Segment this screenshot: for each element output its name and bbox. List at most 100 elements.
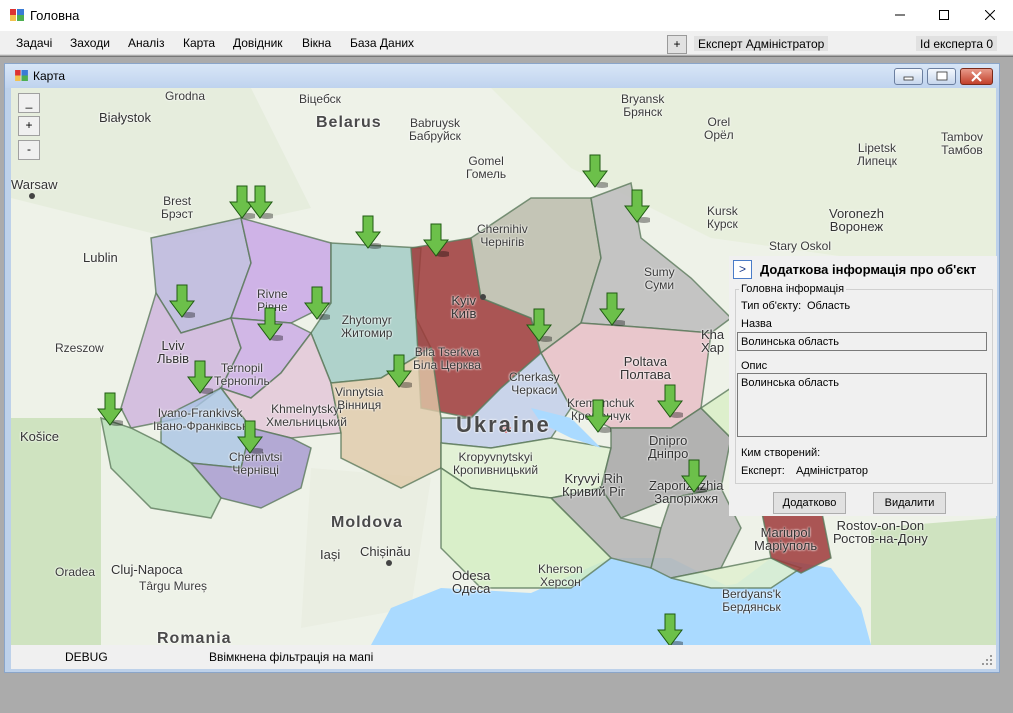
region-marker-icon[interactable] [97,392,123,428]
label-kyiv: Kyiv Київ [451,293,477,321]
name-field[interactable]: Волинська область [737,332,987,351]
label-moldova: Moldova [331,514,403,531]
status-debug: DEBUG [65,650,108,664]
main-title-bar: Головна [0,0,1013,31]
zoom-reset-button[interactable]: - [18,140,40,160]
label-rzeszow: Rzeszow [55,341,104,355]
region-marker-icon[interactable] [657,613,683,645]
label-kharkiv-partial: Kha Хар [701,327,725,355]
zoom-in-button[interactable]: + [18,116,40,136]
object-type-label: Тип об'єкту: [741,300,802,312]
expert-label: Експерт: [741,465,785,477]
label-lviv: Lviv Львів [157,338,190,366]
label-brest: Brest Брэст [161,194,194,221]
menu-analysis[interactable]: Аналіз [128,36,164,50]
label-babruysk: Babruysk Бабруйск [409,116,461,143]
label-chisinau: Chișinău [360,544,411,559]
menu-bar: Задачі Заходи Аналіз Карта Довідник Вікн… [0,31,1013,55]
description-field[interactable]: Волинська область [737,373,987,437]
label-odesa: Odesa Одеса [452,568,491,596]
expert-label: Експерт Адміністратор [694,36,829,51]
label-sumy: Sumy Суми [644,265,675,292]
label-stary-oskol: Stary Oskol [769,239,832,253]
child-close-button[interactable] [960,68,993,85]
label-vitebsk: Віцебск [299,92,341,106]
label-ukraine: Ukraine [456,412,551,437]
label-tambov: Tambov Тамбов [941,130,984,157]
close-button[interactable] [967,0,1013,31]
region-marker-icon[interactable] [257,307,283,343]
name-label: Назва [741,318,772,330]
label-targu-mures: Târgu Mureș [139,579,208,593]
region-marker-icon[interactable] [355,215,381,251]
menu-map[interactable]: Карта [183,36,215,50]
label-ternopil: Ternopil Тернопіль [214,361,270,388]
label-kursk: Kursk Курск [707,204,738,231]
region-marker-icon[interactable] [657,384,683,420]
region-marker-icon[interactable] [585,399,611,435]
region-marker-icon[interactable] [423,223,449,259]
created-by-label: Ким створений: [741,447,821,459]
panel-title: Додаткова інформація про об'єкт [760,262,977,277]
region-marker-icon[interactable] [681,459,707,495]
label-belarus: Belarus [316,114,382,131]
menu-tasks[interactable]: Задачі [16,36,52,50]
add-button[interactable]: + [667,35,687,54]
menu-windows[interactable]: Вікна [302,36,331,50]
label-lublin: Lublin [83,250,118,265]
label-berdyansk: Berdyans'k Бердянськ [722,587,781,614]
region-marker-icon[interactable] [599,292,625,328]
child-restore-button[interactable] [927,68,956,85]
region-marker-icon[interactable] [237,420,263,456]
object-info-panel: > Додаткова інформація про об'єкт Головн… [729,256,997,516]
label-grodno: Grodna [165,89,206,103]
label-kherson: Kherson Херсон [538,562,583,589]
label-ivano-frankivsk: Ivano-Frankivsk Івано-Франківськ [153,406,248,433]
region-marker-icon[interactable] [304,286,330,322]
label-poltava: Poltava Полтава [620,354,671,382]
label-mariupol: Mariupol Маріуполь [754,525,818,553]
object-type-value: Область [807,300,851,312]
zoom-out-button[interactable]: _ [18,93,40,113]
menu-reference[interactable]: Довідник [233,36,283,50]
maximize-button[interactable] [921,0,967,31]
label-cluj: Cluj-Napoca [111,562,183,577]
more-button[interactable]: Додатково [773,492,846,514]
label-vinnytsia: Vinnytsia Вінниця [335,385,384,412]
menu-events[interactable]: Заходи [70,36,110,50]
window-title: Головна [30,8,80,23]
region-marker-icon[interactable] [247,185,273,221]
label-rostov: Rostov-on-Don Ростов-на-Дону [833,518,928,546]
region-marker-icon[interactable] [386,354,412,390]
region-marker-icon[interactable] [526,308,552,344]
app-icon [10,9,24,21]
label-chernihiv: Chernihiv Чернігів [477,222,528,249]
delete-button[interactable]: Видалити [873,492,946,514]
region-marker-icon[interactable] [187,360,213,396]
description-label: Опис [741,360,768,372]
region-marker-icon[interactable] [624,189,650,225]
label-romania: Romania [157,630,232,646]
region-marker-icon[interactable] [582,154,608,190]
expand-panel-button[interactable]: > [733,260,752,279]
label-warsaw: Warsaw [11,177,58,192]
label-voronezh: Voronezh Воронеж [829,206,884,234]
expert-id-label: Id експерта 0 [916,36,998,51]
child-minimize-button[interactable] [894,68,923,85]
label-dnipro: Dnipro Дніпро [648,433,689,461]
group-legend: Головна інформація [739,283,847,295]
label-bila-tserkva: Bila Tserkva Біла Церква [413,345,481,372]
label-zhytomyr: Zhytomyr Житомир [341,313,393,340]
region-marker-icon[interactable] [169,284,195,320]
label-orel: Orel Орёл [704,115,734,142]
resize-grip-icon[interactable] [982,655,992,665]
label-cherkasy: Cherkasy Черкаси [509,370,560,397]
label-lipetsk: Lipetsk Липецк [857,141,897,168]
label-kryvyi-rih: Kryvyi Rih Кривий Ріг [562,471,626,499]
label-bryansk: Bryansk Брянск [621,92,665,119]
label-iasi: Iași [320,547,341,562]
menu-database[interactable]: База Даних [350,36,414,50]
label-kropyvnytskyi: Kropyvnytskyi Кропивницький [453,450,539,477]
status-filter: Ввімкнена фільтрація на мапі [209,650,374,664]
minimize-button[interactable] [877,0,923,31]
